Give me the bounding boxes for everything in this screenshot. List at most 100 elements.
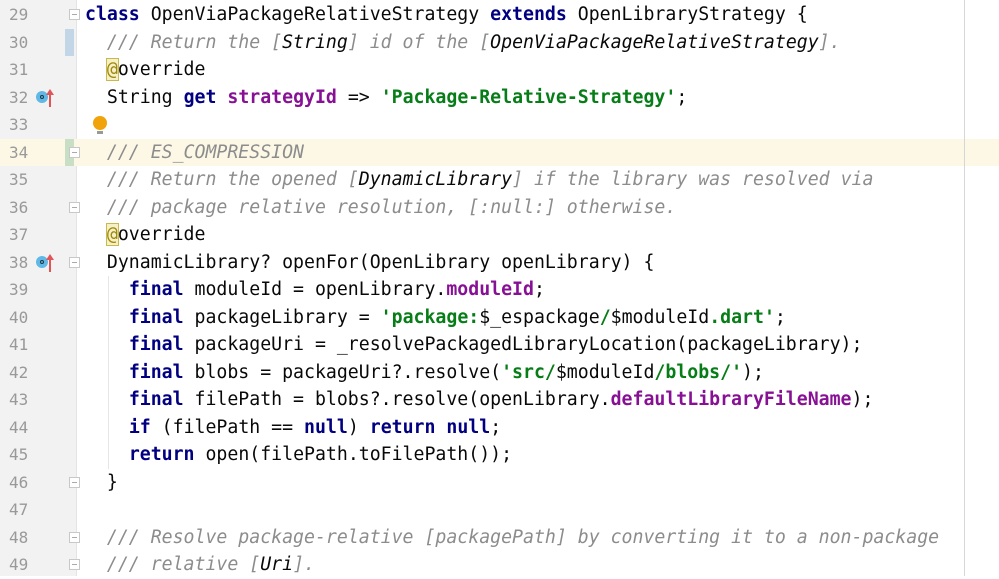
code-line[interactable]: 37 @override — [0, 221, 999, 249]
code-line[interactable]: 29 class OpenViaPackageRelativeStrategy e… — [0, 1, 999, 29]
line-number[interactable]: 34 — [0, 138, 62, 167]
code-line[interactable]: 34 /// ES_COMPRESSION — [0, 138, 999, 167]
fold-toggle-icon[interactable] — [69, 201, 80, 213]
code-token: => — [336, 86, 381, 108]
line-number[interactable]: 31 — [0, 56, 62, 84]
code-token: (filePath == — [150, 416, 305, 438]
string-literal: /blobs/' — [654, 361, 743, 383]
fold-toggle-icon[interactable] — [69, 531, 80, 543]
code-text[interactable]: final blobs = packageUri?.resolve('src/$… — [85, 359, 764, 387]
doc-comment: /// package relative resolution, [:null:… — [106, 196, 677, 218]
fold-toggle-icon[interactable] — [69, 9, 80, 21]
code-token: String — [85, 86, 184, 108]
code-line[interactable]: 39 final moduleId = openLibrary.moduleId… — [0, 276, 999, 304]
code-text[interactable]: if (filePath == null) return null; — [85, 414, 501, 442]
doc-reference: Uri — [260, 554, 294, 576]
indent-guide — [108, 276, 109, 469]
code-line[interactable]: 46 } — [0, 469, 999, 497]
fold-toggle-icon[interactable] — [69, 146, 80, 158]
go-to-super-arrow-icon[interactable] — [46, 253, 54, 272]
code-text[interactable]: /// ES_COMPRESSION — [85, 139, 304, 167]
line-number[interactable]: 48 — [0, 524, 62, 552]
fold-toggle-icon[interactable] — [69, 256, 80, 268]
code-token: ) — [347, 416, 370, 438]
doc-comment: ] id of the [ — [347, 31, 491, 53]
line-number[interactable]: 40 — [0, 304, 62, 332]
code-text[interactable]: } — [85, 469, 118, 497]
line-number[interactable]: 37 — [0, 221, 62, 249]
code-line[interactable]: 47 — [0, 496, 999, 524]
fold-toggle-icon[interactable] — [69, 476, 80, 488]
code-text[interactable]: final packageUri = _resolvePackagedLibra… — [85, 331, 863, 359]
code-text[interactable]: /// Resolve package-relative [packagePat… — [85, 524, 939, 552]
code-line[interactable]: 42 final blobs = packageUri?.resolve('sr… — [0, 359, 999, 387]
line-number[interactable]: 29 — [0, 1, 62, 29]
code-line[interactable]: 31 @override — [0, 56, 999, 84]
line-number[interactable]: 36 — [0, 194, 62, 222]
keyword: null — [304, 416, 348, 438]
code-text[interactable]: /// Return the [String] id of the [OpenV… — [85, 29, 841, 57]
code-text[interactable]: /// package relative resolution, [:null:… — [85, 194, 676, 222]
code-text[interactable]: final packageLibrary = 'package:$_espack… — [85, 304, 786, 332]
line-number[interactable]: 46 — [0, 469, 62, 497]
code-text[interactable]: @override — [85, 56, 205, 84]
line-number[interactable]: 35 — [0, 166, 62, 194]
fold-toggle-icon[interactable] — [69, 559, 80, 571]
keyword: get — [183, 86, 217, 108]
code-text[interactable]: final filePath = blobs?.resolve(openLibr… — [85, 386, 874, 414]
code-token: filePath = blobs?.resolve(openLibrary. — [183, 389, 611, 411]
code-line[interactable]: 45 return open(filePath.toFilePath()); — [0, 441, 999, 469]
code-text[interactable]: final moduleId = openLibrary.moduleId; — [85, 276, 545, 304]
code-text[interactable]: /// relative [Uri]. — [85, 551, 315, 579]
line-number[interactable]: 42 — [0, 359, 62, 387]
code-line[interactable]: 44 if (filePath == null) return null; — [0, 414, 999, 442]
right-margin-guide — [964, 0, 965, 576]
code-text[interactable]: class OpenViaPackageRelativeStrategy ext… — [85, 1, 808, 29]
code-line[interactable]: 35 /// Return the opened [DynamicLibrary… — [0, 166, 999, 194]
code-line[interactable]: 33 — [0, 111, 999, 139]
line-number[interactable]: 41 — [0, 331, 62, 359]
code-text[interactable]: String get strategyId => 'Package-Relati… — [85, 84, 687, 112]
code-line[interactable]: 41 final packageUri = _resolvePackagedLi… — [0, 331, 999, 359]
keyword: extends — [490, 4, 567, 26]
vcs-modified-marker[interactable] — [65, 28, 74, 57]
code-line[interactable]: 38 DynamicLibrary? openFor(OpenLibrary o… — [0, 249, 999, 277]
doc-reference: String — [282, 31, 348, 53]
code-line[interactable]: 32 String get strategyId => 'Package-Rel… — [0, 84, 999, 112]
code-token: packageLibrary = — [183, 306, 381, 328]
code-token: $moduleId — [610, 306, 710, 328]
go-to-super-arrow-icon[interactable] — [46, 88, 54, 107]
line-number[interactable]: 49 — [0, 551, 62, 579]
line-number[interactable]: 30 — [0, 29, 62, 57]
line-number[interactable]: 47 — [0, 496, 62, 524]
code-text[interactable]: @override — [85, 221, 205, 249]
code-line[interactable]: 48 /// Resolve package-relative [package… — [0, 524, 999, 552]
line-number[interactable]: 45 — [0, 441, 62, 469]
code-line[interactable]: 36 /// package relative resolution, [:nu… — [0, 194, 999, 222]
code-text[interactable]: DynamicLibrary? openFor(OpenLibrary open… — [85, 249, 655, 277]
keyword: class — [85, 4, 140, 26]
code-token: open(filePath.toFilePath()); — [194, 444, 513, 466]
code-line[interactable]: 40 final packageLibrary = 'package:$_esp… — [0, 304, 999, 332]
code-line[interactable]: 30 /// Return the [String] id of the [Op… — [0, 29, 999, 57]
code-text[interactable]: /// Return the opened [DynamicLibrary] i… — [85, 166, 874, 194]
annotation-marker: @ — [105, 223, 119, 247]
keyword: final — [128, 361, 184, 383]
code-line[interactable]: 43 final filePath = blobs?.resolve(openL… — [0, 386, 999, 414]
code-line[interactable]: 49 /// relative [Uri]. — [0, 551, 999, 579]
line-number[interactable]: 39 — [0, 276, 62, 304]
line-number[interactable]: 33 — [0, 111, 62, 139]
string-literal: 'src/ — [501, 361, 556, 383]
code-text[interactable]: return open(filePath.toFilePath()); — [85, 441, 512, 469]
code-token: ; — [533, 279, 545, 301]
line-number[interactable]: 43 — [0, 386, 62, 414]
doc-comment: ] if the library was resolved via — [512, 169, 874, 191]
string-literal: 'package: — [380, 306, 480, 328]
line-number[interactable]: 44 — [0, 414, 62, 442]
